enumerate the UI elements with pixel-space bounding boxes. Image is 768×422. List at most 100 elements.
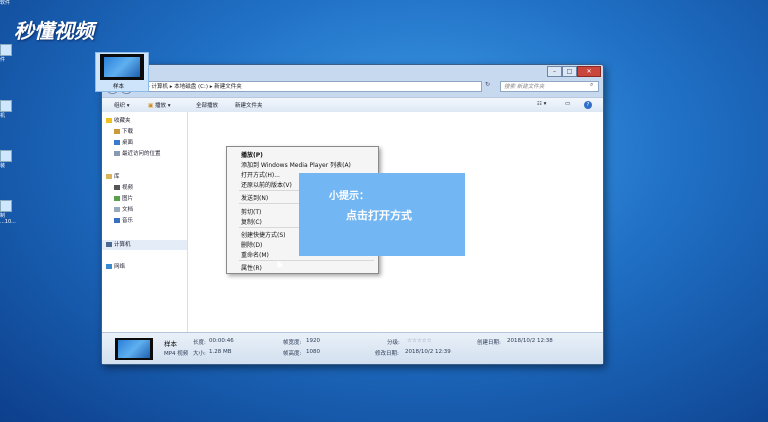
desktop-icon-label: 软件 [0,0,11,6]
close-button[interactable]: ✕ [577,66,601,77]
nav-desktop[interactable]: 桌面 [114,140,133,147]
installer-icon [0,150,12,162]
frame-height-label: 帧高度: [283,351,302,357]
preview-pane-icon[interactable]: ▭ [565,101,570,107]
menu-separator [239,260,374,261]
nav-label: 文档 [122,207,134,213]
play-label: 播放 ▾ [154,103,171,109]
document-icon [0,200,12,212]
nav-videos[interactable]: 视频 [114,185,133,192]
star-icon [106,118,112,123]
play-all-button[interactable]: 全部播放 [196,101,218,109]
desktop-icon-computer[interactable]: 机 [0,100,14,119]
frame-width-value: 1920 [306,338,320,344]
refresh-icon[interactable]: ↻ [485,81,490,88]
nav-label: 库 [114,174,120,180]
desktop-icon-label: 机 [0,113,6,119]
nav-recent[interactable]: 最近访问的位置 [114,151,161,158]
nav-label: 下载 [122,129,134,135]
help-icon[interactable]: ? [584,101,592,109]
length-value: 00:00:46 [209,338,234,344]
computer-icon [0,100,12,112]
file-name: 样本 [113,84,125,90]
nav-documents[interactable]: 文档 [114,207,133,214]
rating-stars[interactable]: ☆☆☆☆☆ [407,338,432,344]
nav-label: 音乐 [122,218,134,224]
size-label: 大小: [193,351,206,357]
menu-item-create-shortcut[interactable]: 创建快捷方式(S) [241,230,286,239]
menu-item-restore-previous[interactable]: 还原以前的版本(V) [241,180,292,189]
new-folder-button[interactable]: 新建文件夹 [235,101,263,109]
menu-item-copy[interactable]: 复制(C) [241,217,262,226]
picture-library-icon [114,196,120,201]
command-bar: 组织 ▾ ▣ 播放 ▾ 全部播放 新建文件夹 ☷ ▾ ▭ ? [102,97,603,113]
download-folder-icon [114,129,120,134]
desktop-icon-label: 装 [0,163,6,169]
file-icon [0,44,12,56]
minimize-button[interactable]: – [547,66,562,77]
search-icon: ⌕ [590,81,594,88]
recent-places-icon [114,151,120,156]
nav-music[interactable]: 音乐 [114,218,133,225]
play-icon: ▣ [148,103,155,109]
menu-item-open-with[interactable]: 打开方式(H)... [241,170,280,179]
nav-label: 视频 [122,185,134,191]
menu-item-delete[interactable]: 删除(D) [241,240,262,249]
desktop-icon-label: 件 [0,57,6,63]
video-file-thumbnail [100,54,144,80]
document-library-icon [114,207,120,212]
watermark-logo: 秒懂视频 [14,19,94,43]
nav-label: 图片 [122,196,134,202]
menu-item-play[interactable]: 播放(P) [241,150,263,159]
frame-height-value: 1080 [306,349,320,355]
nav-libraries[interactable]: 库 [106,174,120,181]
modified-value: 2018/10/2 12:39 [405,349,451,355]
created-value: 2018/10/2 12:38 [507,338,553,344]
tip-body: 点击打开方式 [346,209,412,222]
details-file-name: 样本 [164,340,177,348]
nav-label: 桌面 [122,140,134,146]
address-bar[interactable]: ▸ 计算机 ▸ 本地磁盘 (C:) ▸ 新建文件夹 [142,81,482,92]
length-label: 长度: [193,340,206,346]
organize-button[interactable]: 组织 ▾ [114,101,130,109]
play-button[interactable]: ▣ 播放 ▾ [148,101,170,109]
network-icon [106,264,112,269]
video-library-icon [114,185,120,190]
nav-network[interactable]: 网络 [106,264,125,271]
menu-item-rename[interactable]: 重命名(M) [241,250,269,259]
view-options-icon[interactable]: ☷ ▾ [537,101,546,107]
menu-item-properties[interactable]: 属性(R) [241,263,262,272]
navigation-pane: 收藏夹 下载 桌面 最近访问的位置 库 视频 图片 文档 音乐 计算机 网络 [102,112,188,332]
rating-label: 分级: [387,340,400,346]
details-pane: 样本 MP4 视频 长度: 00:00:46 大小: 1.28 MB 帧宽度: … [102,332,603,364]
desktop-icon-software[interactable]: 软件 [0,0,14,6]
menu-item-cut[interactable]: 剪切(T) [241,207,261,216]
nav-pictures[interactable]: 图片 [114,196,133,203]
caption-buttons: – □ ✕ [547,66,601,77]
frame-width-label: 帧宽度: [283,340,302,346]
maximize-button[interactable]: □ [562,66,577,77]
nav-downloads[interactable]: 下载 [114,129,133,136]
nav-computer[interactable]: 计算机 [102,240,187,250]
desktop-icon-label: 制 ...10... [0,213,16,225]
computer-icon [106,242,112,247]
nav-label: 网络 [114,264,126,270]
tip-overlay: 小提示： 点击打开方式 [299,173,465,256]
video-thumbnail [115,338,153,360]
search-input[interactable]: 搜索 新建文件夹 [500,81,599,92]
music-library-icon [114,218,120,223]
desktop-icon-file[interactable]: 件 [0,44,14,63]
tip-title: 小提示： [329,191,369,202]
desktop-icon-install[interactable]: 装 [0,150,14,169]
nav-label: 计算机 [114,242,131,248]
desktop-icon-doc[interactable]: 制 ...10... [0,200,16,225]
nav-label: 最近访问的位置 [122,151,161,157]
created-label: 创建日期: [477,340,501,346]
modified-label: 修改日期: [375,351,399,357]
menu-item-send-to[interactable]: 发送到(N) [241,193,268,202]
nav-label: 收藏夹 [114,118,131,124]
menu-item-add-to-wmp-list[interactable]: 添加到 Windows Media Player 列表(A) [241,160,351,169]
size-value: 1.28 MB [209,349,232,355]
nav-favorites[interactable]: 收藏夹 [106,118,131,125]
details-file-type: MP4 视频 [164,351,189,357]
